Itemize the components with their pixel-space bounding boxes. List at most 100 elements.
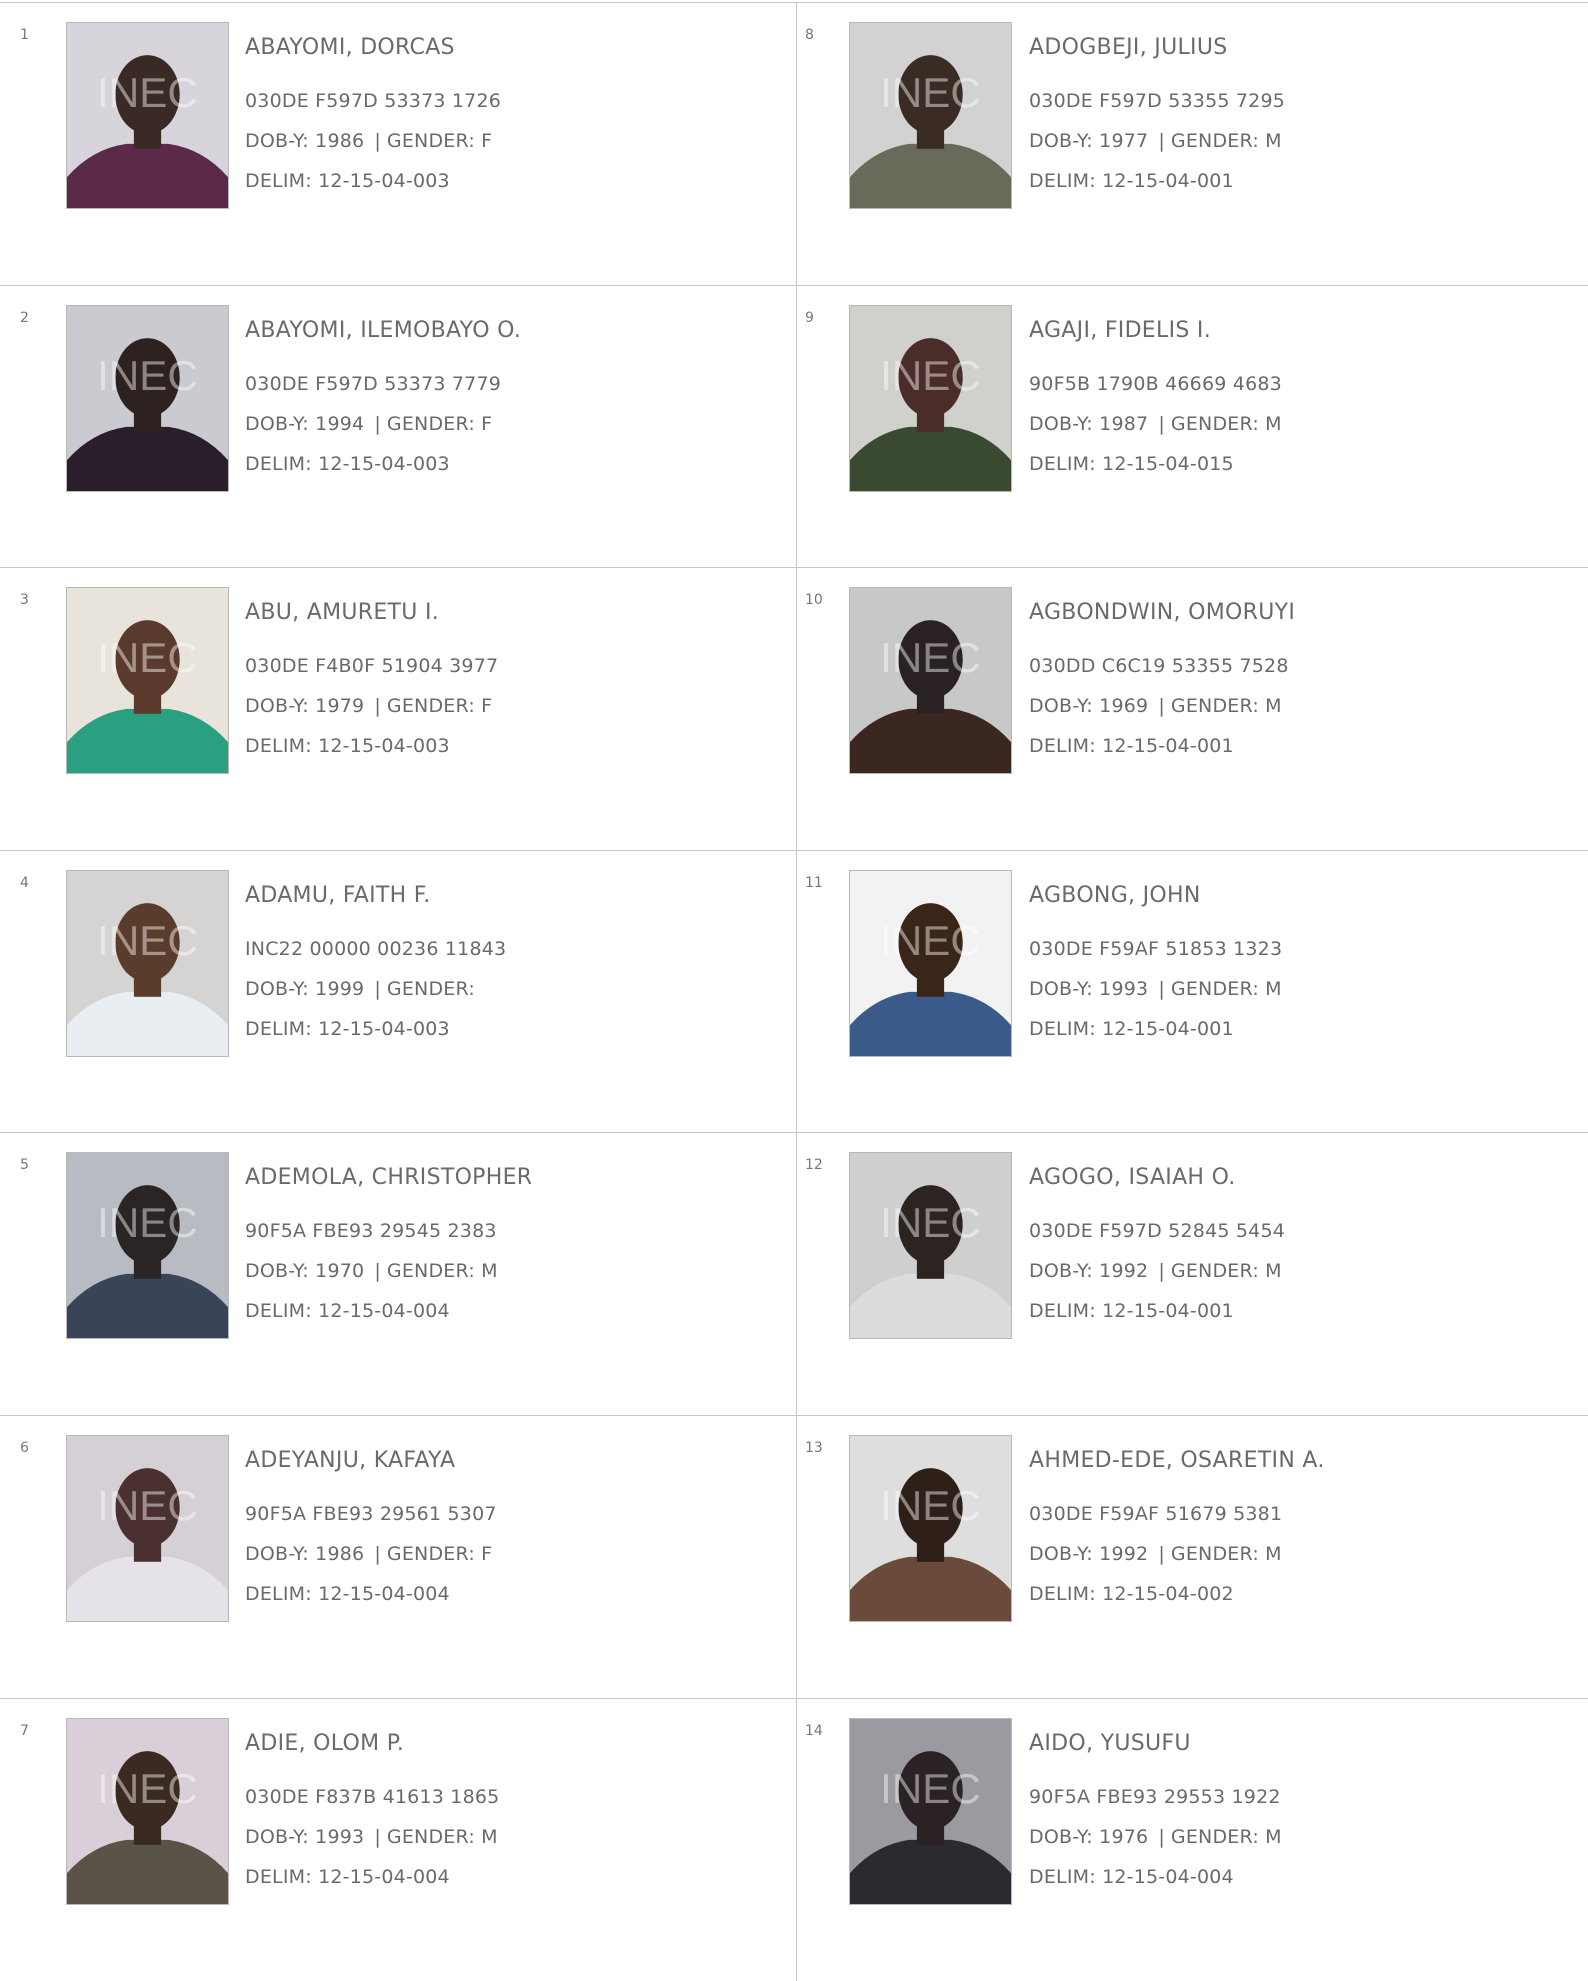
gender-value: F	[481, 1542, 493, 1565]
voter-photo: INEC	[66, 1717, 229, 1905]
delim-line: DELIM: 12-15-04-001	[1029, 170, 1285, 192]
delim-label: DELIM:	[1029, 170, 1096, 192]
separator: |	[1158, 130, 1165, 152]
delim-label: DELIM:	[245, 735, 312, 758]
voter-info: AGBONG, JOHN 030DE F59AF 51853 1323 DOB-…	[1029, 883, 1282, 1040]
delim-value: 12-15-04-003	[318, 170, 450, 192]
serial-number: 3	[20, 592, 29, 609]
inec-watermark: INEC	[880, 1482, 981, 1529]
voter-name: ADIE, OLOM P.	[245, 1730, 405, 1756]
dob-gender-line: DOB-Y: 1993 | GENDER: M	[245, 1826, 499, 1848]
voter-entry: 14 INEC AIDO, YUSUFU 90F5A FBE93 29553 1…	[797, 1699, 1588, 1981]
gender-value: M	[1265, 412, 1282, 435]
delim-value: 12-15-04-003	[318, 1017, 450, 1040]
voter-entry: 3 INEC ABU, AMURETU I. 030DE F4B0F 51904…	[0, 568, 797, 851]
inec-watermark: INEC	[97, 1765, 198, 1812]
gender-label: GENDER:	[386, 1825, 475, 1848]
portrait-image: INEC	[67, 870, 228, 1056]
dob-label: DOB-Y:	[245, 1542, 309, 1565]
delim-value: 12-15-04-001	[1102, 170, 1234, 192]
voter-vin: 90F5A FBE93 29561 5307	[245, 1502, 497, 1525]
delim-label: DELIM:	[245, 170, 312, 192]
voter-vin: 030DE F59AF 51853 1323	[1029, 937, 1283, 960]
voter-vin: 030DE F597D 53373 7779	[245, 372, 502, 395]
delim-line: DELIM: 12-15-04-004	[245, 1583, 497, 1605]
gender-value: M	[1265, 977, 1282, 1000]
serial-number: 10	[805, 592, 823, 609]
dob-value: 1970	[315, 1260, 365, 1283]
serial-number: 5	[20, 1157, 29, 1174]
inec-watermark: INEC	[97, 917, 198, 964]
voter-vin: 030DD C6C19 53355 7528	[1029, 655, 1289, 678]
gender-label: GENDER:	[386, 1542, 475, 1565]
inec-watermark: INEC	[97, 69, 198, 116]
voter-vin: 90F5A FBE93 29553 1922	[1029, 1785, 1281, 1808]
delim-value: 12-15-04-001	[1102, 735, 1234, 758]
voter-name: AHMED-EDE, OSARETIN A.	[1029, 1447, 1325, 1473]
voter-entry: 9 INEC AGAJI, FIDELIS I. 90F5B 1790B 466…	[797, 286, 1588, 569]
delim-value: 12-15-04-002	[1102, 1582, 1234, 1605]
voter-entry: 13 INEC AHMED-EDE, OSARETIN A. 030DE F59…	[797, 1416, 1588, 1699]
delim-label: DELIM:	[1029, 452, 1096, 475]
separator: |	[374, 412, 381, 435]
voter-vin: 030DE F59AF 51679 5381	[1029, 1502, 1283, 1525]
delim-line: DELIM: 12-15-04-004	[245, 1300, 532, 1322]
separator: |	[1158, 977, 1165, 1000]
delim-line: DELIM: 12-15-04-003	[245, 453, 521, 475]
dob-gender-line: DOB-Y: 1994 | GENDER: F	[245, 413, 521, 435]
dob-label: DOB-Y:	[1029, 1825, 1093, 1848]
voter-info: AHMED-EDE, OSARETIN A. 030DE F59AF 51679…	[1029, 1448, 1325, 1605]
voter-info: ADAMU, FAITH F. INC22 00000 00236 11843 …	[245, 883, 506, 1040]
delim-label: DELIM:	[245, 1582, 312, 1605]
voter-name: ADEMOLA, CHRISTOPHER	[245, 1165, 533, 1191]
voter-name: AGOGO, ISAIAH O.	[1029, 1165, 1236, 1191]
dob-value: 1993	[1099, 977, 1149, 1000]
delim-value: 12-15-04-004	[318, 1582, 450, 1605]
dob-gender-line: DOB-Y: 1999 | GENDER:	[245, 978, 506, 1000]
voter-photo: INEC	[66, 22, 229, 209]
voter-photo: INEC	[849, 304, 1012, 492]
portrait-image: INEC	[850, 305, 1011, 491]
voter-vin: 90F5B 1790B 46669 4683	[1029, 372, 1282, 395]
dob-value: 1987	[1099, 412, 1149, 435]
inec-watermark: INEC	[880, 352, 981, 399]
dob-gender-line: DOB-Y: 1986 | GENDER: F	[245, 1543, 497, 1565]
delim-value: 12-15-04-004	[318, 1865, 450, 1888]
voter-name: AGBONDWIN, OMORUYI	[1029, 600, 1296, 626]
delim-label: DELIM:	[1029, 735, 1096, 758]
voter-info: ADIE, OLOM P. 030DE F837B 41613 1865 DOB…	[245, 1731, 499, 1888]
separator: |	[374, 977, 381, 1000]
dob-label: DOB-Y:	[1029, 1260, 1093, 1283]
voter-name: ABAYOMI, ILEMOBAYO O.	[245, 317, 522, 343]
delim-label: DELIM:	[245, 452, 312, 475]
gender-value: M	[1265, 1542, 1282, 1565]
delim-label: DELIM:	[1029, 1582, 1096, 1605]
voter-info: ADEYANJU, KAFAYA 90F5A FBE93 29561 5307 …	[245, 1448, 497, 1605]
voter-info: AGOGO, ISAIAH O. 030DE F597D 52845 5454 …	[1029, 1165, 1285, 1322]
serial-number: 2	[20, 309, 29, 326]
voter-photo: INEC	[849, 22, 1012, 209]
gender-label: GENDER:	[1170, 130, 1259, 152]
voter-photo: INEC	[66, 587, 229, 775]
separator: |	[1158, 412, 1165, 435]
voter-name: ADAMU, FAITH F.	[245, 882, 431, 908]
serial-number: 8	[805, 27, 814, 43]
voter-name: ADEYANJU, KAFAYA	[245, 1447, 456, 1473]
gender-label: GENDER:	[1170, 977, 1259, 1000]
dob-gender-line: DOB-Y: 1976 | GENDER: M	[1029, 1826, 1282, 1848]
serial-number: 11	[805, 874, 823, 891]
dob-label: DOB-Y:	[245, 695, 309, 718]
delim-value: 12-15-04-003	[318, 735, 450, 758]
gender-label: GENDER:	[1170, 412, 1259, 435]
dob-gender-line: DOB-Y: 1992 | GENDER: M	[1029, 1260, 1285, 1282]
dob-value: 1986	[315, 1542, 365, 1565]
gender-label: GENDER:	[386, 1260, 475, 1283]
voter-info: AIDO, YUSUFU 90F5A FBE93 29553 1922 DOB-…	[1029, 1731, 1282, 1888]
voter-entry: 11 INEC AGBONG, JOHN 030DE F59AF 51853 1…	[797, 851, 1588, 1134]
dob-label: DOB-Y:	[245, 1825, 309, 1848]
voter-entry: 2 INEC ABAYOMI, ILEMOBAYO O. 030DE F597D…	[0, 285, 797, 569]
dob-gender-line: DOB-Y: 1979 | GENDER: F	[245, 695, 498, 717]
voter-register-grid: 1 INEC ABAYOMI, DORCAS 030DE F597D 53373…	[0, 2, 1588, 1981]
serial-number: 14	[805, 1722, 823, 1739]
inec-watermark: INEC	[880, 69, 981, 116]
